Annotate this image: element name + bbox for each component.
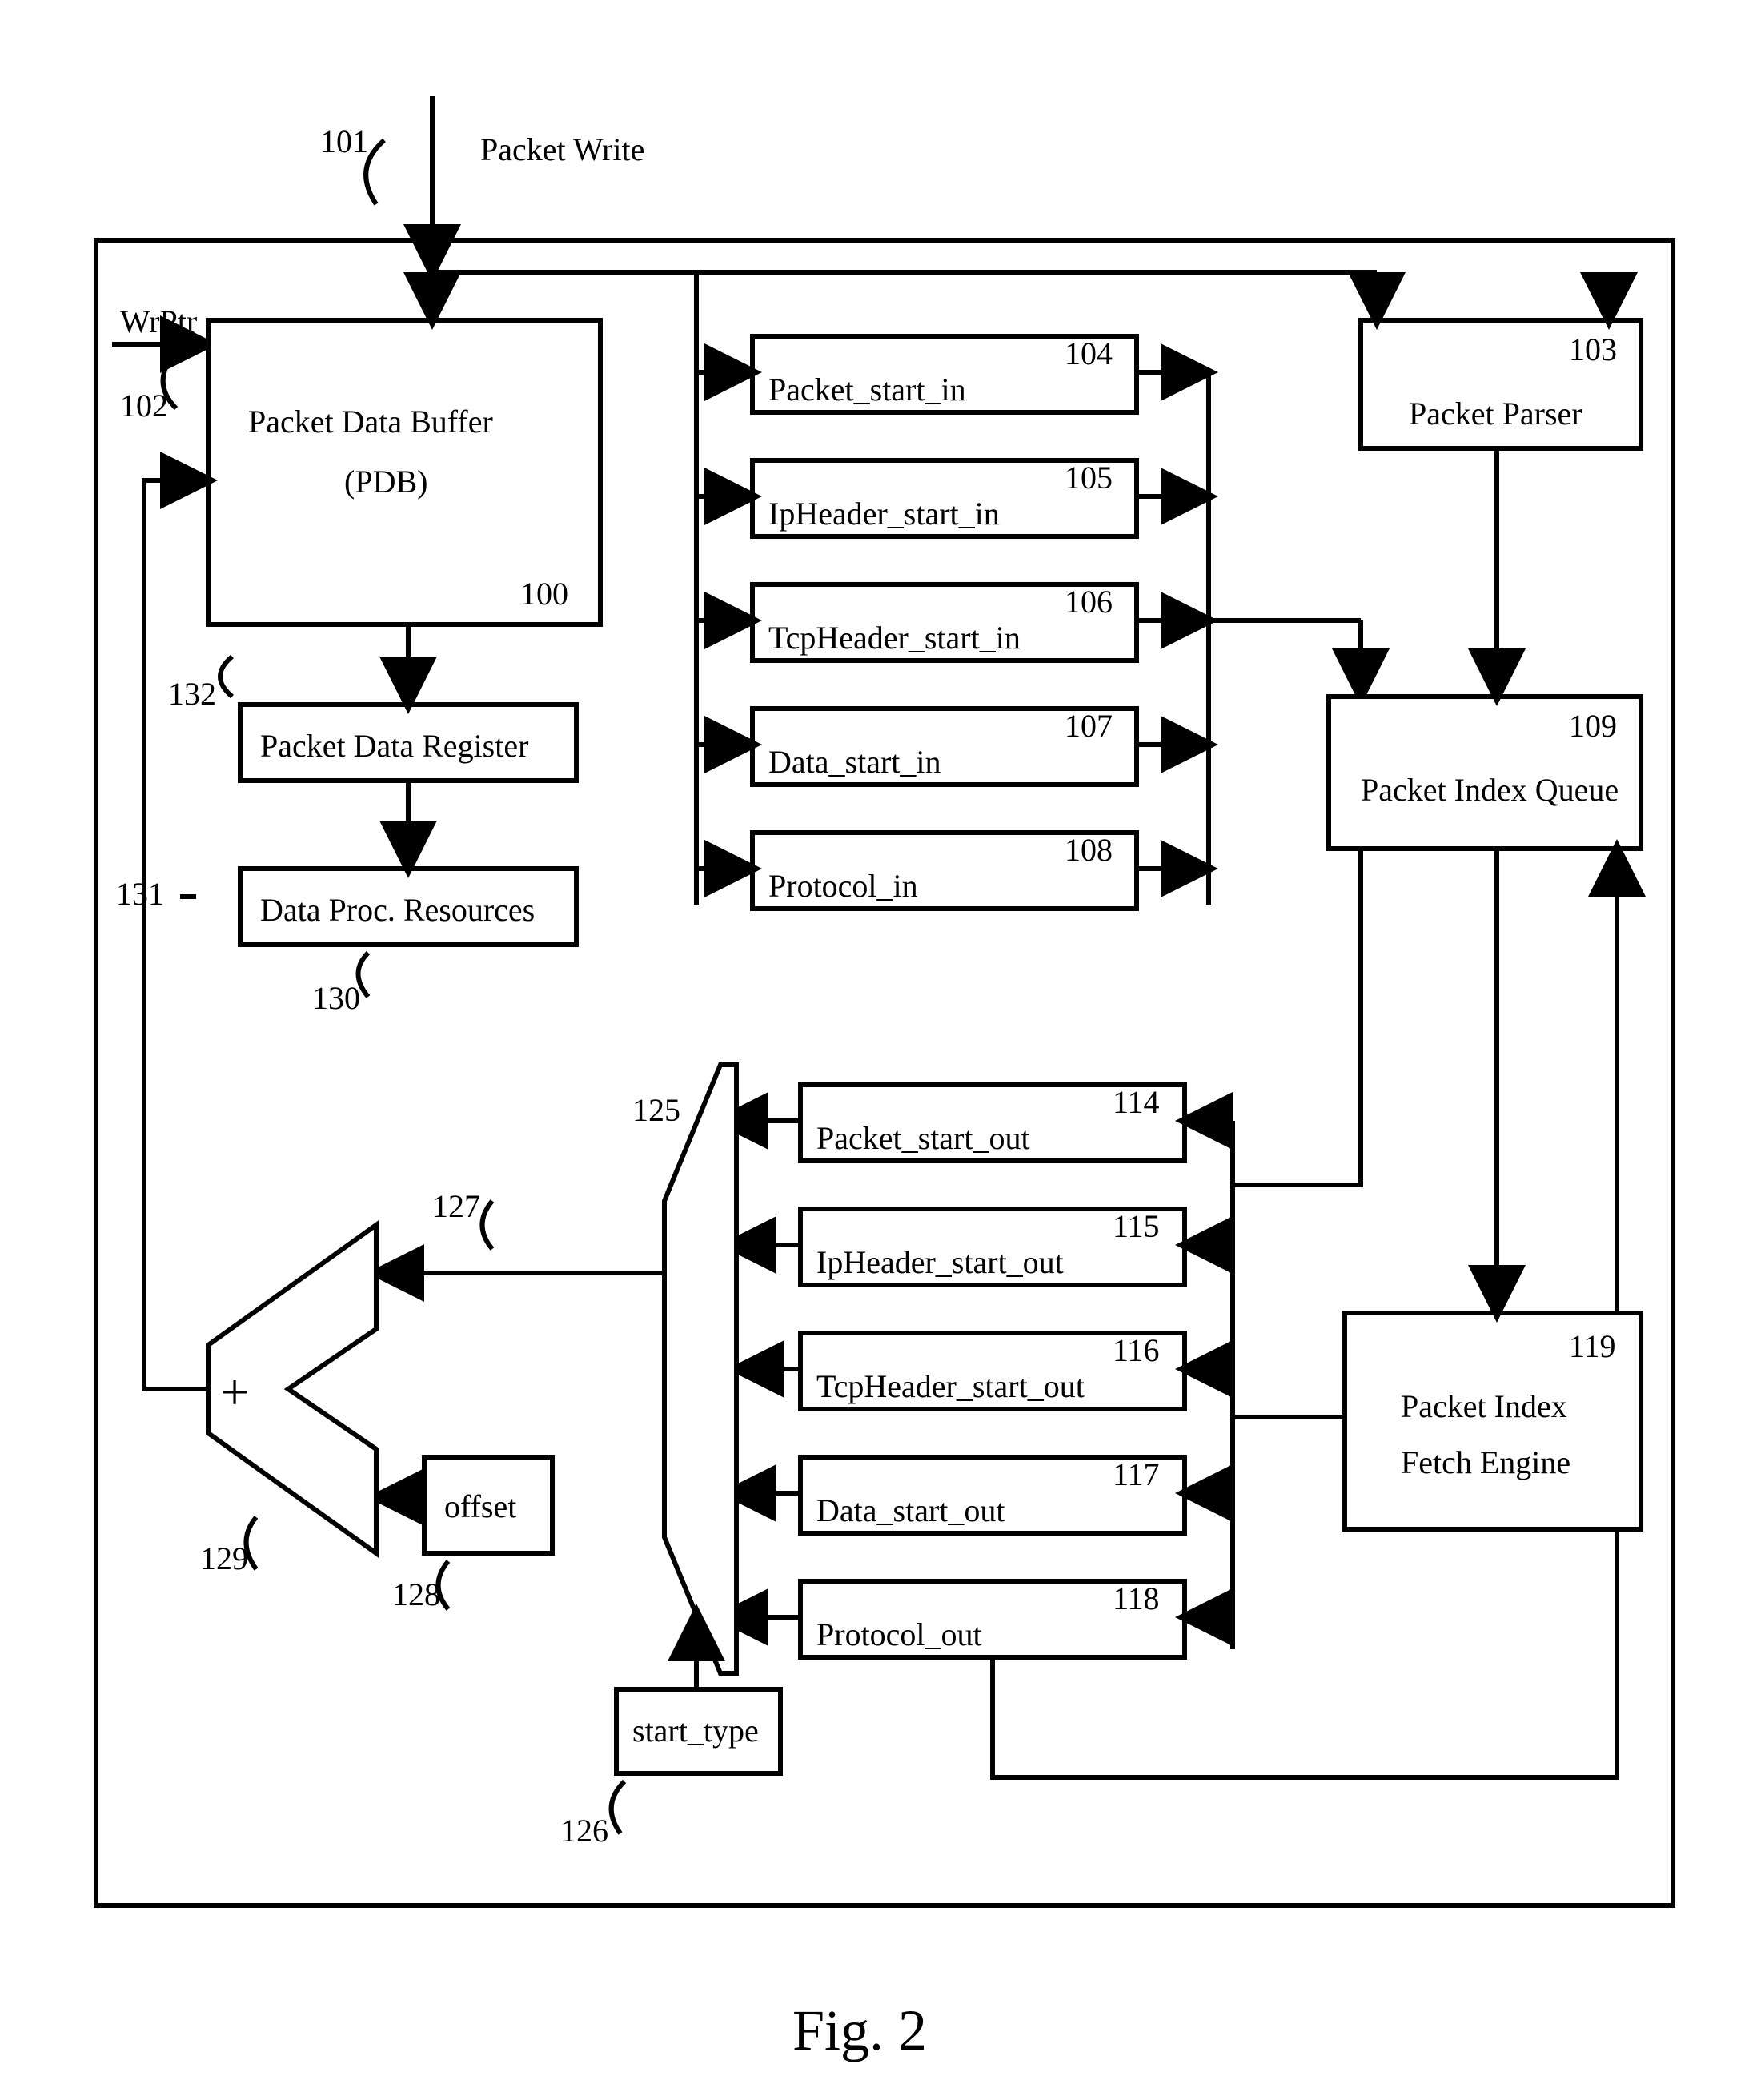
ref-115: 115 [1113, 1208, 1160, 1244]
ref-128: 128 [392, 1576, 440, 1612]
ref-114: 114 [1113, 1084, 1160, 1120]
pdb-line2: (PDB) [344, 464, 427, 500]
ref-125: 125 [632, 1092, 680, 1128]
ref-132: 132 [168, 676, 216, 712]
pife-line2: Fetch Engine [1401, 1444, 1570, 1480]
ref-117: 117 [1113, 1456, 1160, 1492]
reg-data-start-in-label: Data_start_in [768, 744, 941, 780]
start-type-label: start_type [632, 1713, 759, 1749]
reg-packet-start-out-label: Packet_start_out [816, 1120, 1030, 1156]
piq-label: Packet Index Queue [1361, 772, 1619, 808]
ref-108: 108 [1065, 832, 1113, 868]
pdr-label: Packet Data Register [260, 728, 528, 764]
pdb-line1: Packet Data Buffer [248, 404, 493, 440]
pife-line1: Packet Index [1401, 1388, 1567, 1424]
ref-109: 109 [1569, 708, 1617, 744]
reg-data-start-out-label: Data_start_out [816, 1492, 1005, 1528]
ref-100: 100 [520, 576, 568, 612]
ref-106: 106 [1065, 584, 1113, 620]
ref-103: 103 [1569, 331, 1617, 367]
ref-130: 130 [312, 980, 360, 1016]
figure-caption: Fig. 2 [792, 1998, 927, 2062]
reg-packet-start-in-label: Packet_start_in [768, 371, 966, 408]
reg-protocol-out-label: Protocol_out [816, 1616, 982, 1652]
packet-write-label: Packet Write [480, 131, 644, 167]
dpr-label: Data Proc. Resources [260, 892, 535, 928]
parser-label: Packet Parser [1409, 396, 1582, 432]
wrptr-label: WrPtr [120, 303, 197, 339]
ref-118: 118 [1113, 1580, 1160, 1616]
ref-119: 119 [1569, 1328, 1616, 1364]
ref-126: 126 [560, 1813, 608, 1849]
reg-tcpheader-start-in-label: TcpHeader_start_in [768, 620, 1021, 656]
plus-sign: + [220, 1363, 249, 1420]
ref-127: 127 [432, 1188, 480, 1224]
reg-ipheader-start-out-label: IpHeader_start_out [816, 1244, 1064, 1280]
ref-105: 105 [1065, 460, 1113, 496]
ref-104: 104 [1065, 335, 1113, 371]
ref-101: 101 [320, 123, 368, 159]
reg-protocol-in-label: Protocol_in [768, 868, 918, 904]
ref-102: 102 [120, 387, 168, 424]
reg-ipheader-start-in-label: IpHeader_start_in [768, 496, 1000, 532]
ref-116: 116 [1113, 1332, 1160, 1368]
reg-tcpheader-start-out-label: TcpHeader_start_out [816, 1368, 1085, 1404]
ref-129: 129 [200, 1540, 248, 1576]
ref-107: 107 [1065, 708, 1113, 744]
offset-label: offset [444, 1488, 516, 1524]
ref-131: 131 [116, 876, 164, 912]
